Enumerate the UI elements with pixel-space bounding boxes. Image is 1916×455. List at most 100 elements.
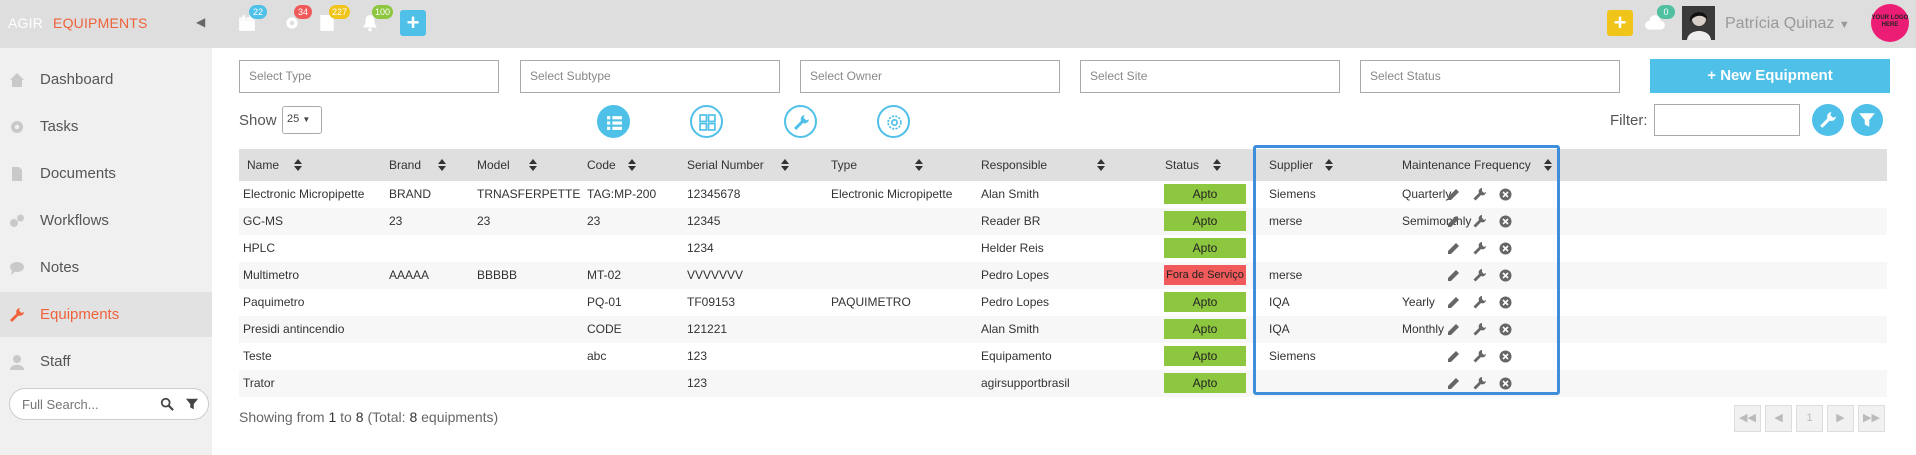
edit-icon[interactable] <box>1447 350 1460 363</box>
table-row[interactable]: Multimetro AAAAA BBBBB MT-02 VVVVVVV Pedro Lo… <box>239 262 1887 289</box>
edit-icon[interactable] <box>1447 296 1460 309</box>
status-select[interactable]: Select Status <box>1360 60 1620 93</box>
delete-icon[interactable] <box>1499 350 1512 363</box>
column-header-responsible[interactable]: Responsible <box>981 149 1047 181</box>
edit-icon[interactable] <box>1447 242 1460 255</box>
avatar[interactable] <box>1682 6 1715 40</box>
sidebar-item-notes[interactable]: Notes <box>0 245 212 290</box>
wrench-icon[interactable] <box>1473 323 1486 336</box>
advanced-filter-button[interactable] <box>1851 104 1883 136</box>
maintenance-filter-button[interactable] <box>1812 104 1844 136</box>
cell-brand: 23 <box>389 214 403 228</box>
column-header-type[interactable]: Type <box>831 149 857 181</box>
list-view-button[interactable] <box>597 105 630 138</box>
alerts-badge: 100 <box>372 5 394 19</box>
delete-icon[interactable] <box>1499 323 1512 336</box>
edit-icon[interactable] <box>1447 269 1460 282</box>
wrench-icon[interactable] <box>1473 296 1486 309</box>
subtype-select[interactable]: Select Subtype <box>520 60 780 93</box>
tasks-notification-button[interactable]: 34 <box>283 5 312 32</box>
edit-icon[interactable] <box>1447 377 1460 390</box>
sort-icon[interactable] <box>628 159 636 171</box>
grid-view-button[interactable] <box>690 105 723 138</box>
brand-logo[interactable]: AGIR EQUIPMENTS <box>8 15 148 31</box>
sidebar-collapse-icon[interactable]: ◀ <box>196 15 205 29</box>
last-page-button[interactable]: ▶▶ <box>1858 405 1885 432</box>
sort-icon[interactable] <box>294 159 302 171</box>
delete-icon[interactable] <box>1499 242 1512 255</box>
full-search-input[interactable] <box>20 395 150 413</box>
sidebar-item-workflows[interactable]: Workflows <box>0 198 212 243</box>
wrench-icon[interactable] <box>1473 377 1486 390</box>
cell-maintenance-frequency: Quarterly <box>1402 187 1452 201</box>
sort-icon[interactable] <box>1544 159 1552 171</box>
wrench-icon[interactable] <box>1473 215 1486 228</box>
calendar-notification-button[interactable]: 22 <box>238 5 267 32</box>
wrench-icon[interactable] <box>1473 350 1486 363</box>
sidebar-item-tasks[interactable]: Tasks <box>0 104 212 149</box>
column-header-brand[interactable]: Brand <box>389 149 421 181</box>
column-header-supplier[interactable]: Supplier <box>1269 149 1313 181</box>
filter-label: Filter: <box>1610 112 1648 129</box>
first-page-button[interactable]: ◀◀ <box>1734 405 1761 432</box>
table-row[interactable]: Presidi antincendio CODE 121221 Alan Smith A… <box>239 316 1887 343</box>
sort-icon[interactable] <box>1325 159 1333 171</box>
table-row[interactable]: Trator 123 agirsupportbrasil Apto <box>239 370 1887 397</box>
delete-icon[interactable] <box>1499 188 1512 201</box>
settings-view-button[interactable] <box>877 105 910 138</box>
alerts-notification-button[interactable]: 100 <box>361 5 394 32</box>
column-header-code[interactable]: Code <box>587 149 616 181</box>
next-page-button[interactable]: ▶ <box>1827 405 1854 432</box>
prev-page-button[interactable]: ◀ <box>1765 405 1792 432</box>
delete-icon[interactable] <box>1499 269 1512 282</box>
filter-icon[interactable] <box>185 397 199 411</box>
owner-select[interactable]: Select Owner <box>800 60 1060 93</box>
column-header-serial-number[interactable]: Serial Number <box>687 149 764 181</box>
quick-add-button[interactable]: + <box>400 10 426 36</box>
sort-icon[interactable] <box>1097 159 1105 171</box>
sort-icon[interactable] <box>781 159 789 171</box>
documents-notification-button[interactable]: 227 <box>318 5 351 32</box>
new-equipment-button[interactable]: + New Equipment <box>1650 59 1890 93</box>
sort-icon[interactable] <box>1213 159 1221 171</box>
sort-icon[interactable] <box>529 159 537 171</box>
column-header-status[interactable]: Status <box>1165 149 1199 181</box>
page-size-select[interactable]: 25 ▼ <box>282 106 322 134</box>
site-select[interactable]: Select Site <box>1080 60 1340 93</box>
edit-icon[interactable] <box>1447 188 1460 201</box>
wrench-icon[interactable] <box>1473 269 1486 282</box>
cell-responsible: agirsupportbrasil <box>981 376 1070 390</box>
sidebar-item-dashboard[interactable]: Dashboard <box>0 57 212 102</box>
sort-icon[interactable] <box>915 159 923 171</box>
sidebar-item-equipments[interactable]: Equipments <box>0 292 212 337</box>
yellow-add-button[interactable]: + <box>1607 10 1633 36</box>
table-row[interactable]: Teste abc 123 Equipamento Apto Siemens <box>239 343 1887 370</box>
user-menu[interactable]: Patrícia Quinaz ▼ <box>1725 15 1850 33</box>
wrench-icon[interactable] <box>1473 242 1486 255</box>
column-header-model[interactable]: Model <box>477 149 510 181</box>
column-header-name[interactable]: Name <box>247 149 279 181</box>
sidebar-item-staff[interactable]: Staff <box>0 339 212 384</box>
type-select[interactable]: Select Type <box>239 60 499 93</box>
search-icon[interactable] <box>160 397 174 411</box>
wrench-icon <box>10 308 24 322</box>
edit-icon[interactable] <box>1447 323 1460 336</box>
cell-code: CODE <box>587 322 622 336</box>
table-row[interactable]: HPLC 1234 Helder Reis Apto <box>239 235 1887 262</box>
table-row[interactable]: GC-MS 23 23 23 12345 Reader BR Apto merse Semimo… <box>239 208 1887 235</box>
cell-supplier: IQA <box>1269 295 1290 309</box>
sidebar-item-documents[interactable]: Documents <box>0 151 212 196</box>
page-number-button[interactable]: 1 <box>1796 405 1823 432</box>
table-row[interactable]: Electronic Micropipette BRAND TRNASFERPETT… <box>239 181 1887 208</box>
table-row[interactable]: Paquimetro PQ-01 TF09153 PAQUIMETRO Pedro Lo… <box>239 289 1887 316</box>
column-header-maintenance-frequency[interactable]: Maintenance Frequency <box>1402 149 1531 181</box>
filter-input[interactable] <box>1654 104 1800 136</box>
delete-icon[interactable] <box>1499 377 1512 390</box>
delete-icon[interactable] <box>1499 215 1512 228</box>
sort-icon[interactable] <box>438 159 446 171</box>
delete-icon[interactable] <box>1499 296 1512 309</box>
maintenance-view-button[interactable] <box>784 105 817 138</box>
edit-icon[interactable] <box>1447 215 1460 228</box>
wrench-icon[interactable] <box>1473 188 1486 201</box>
cloud-notification-button[interactable]: 0 <box>1644 5 1675 32</box>
